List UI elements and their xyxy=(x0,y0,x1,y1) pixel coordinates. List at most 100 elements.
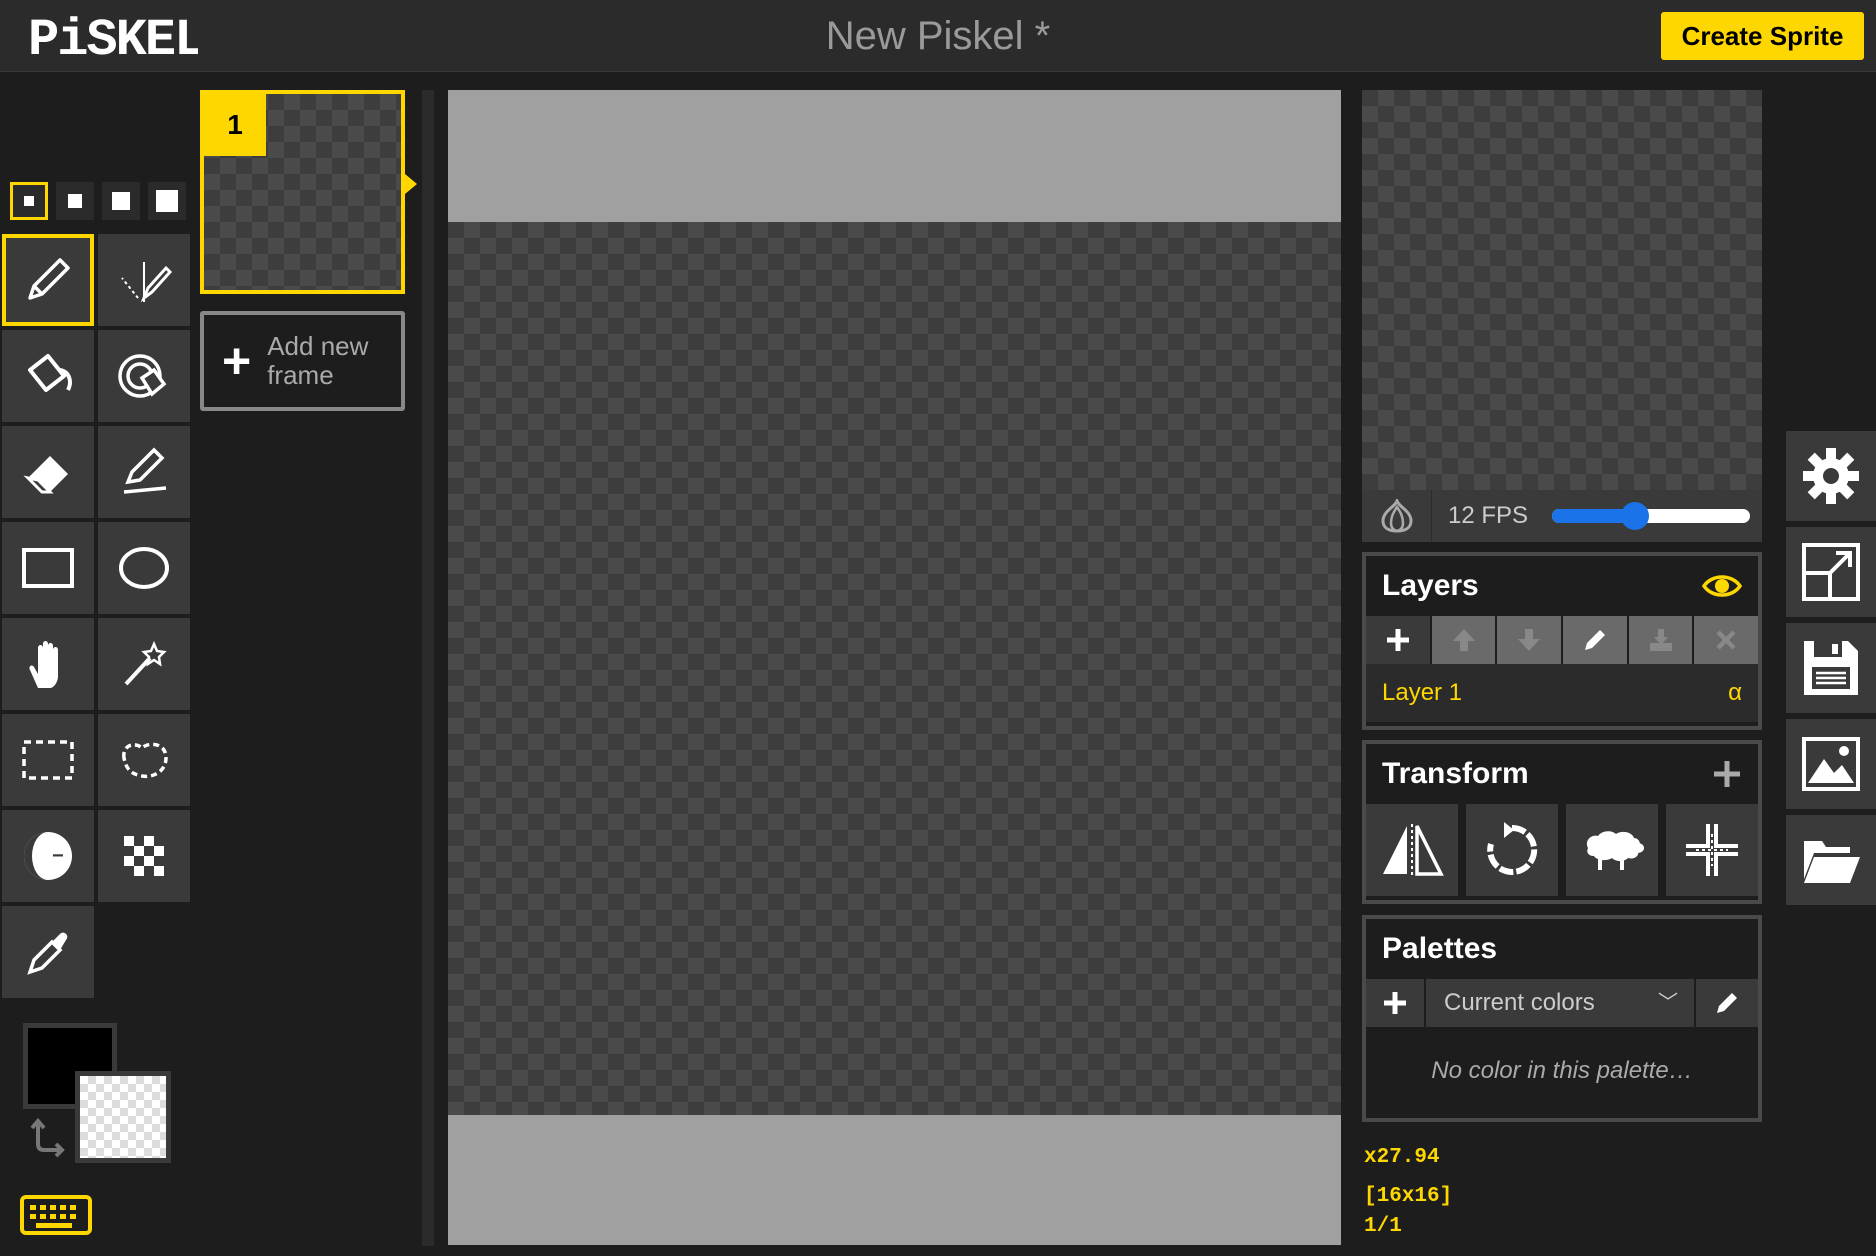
clone-button[interactable] xyxy=(1566,804,1658,896)
fps-slider-thumb[interactable] xyxy=(1621,502,1650,530)
onion-skin-button[interactable] xyxy=(1362,490,1432,542)
plus-icon xyxy=(1386,629,1409,651)
dithering-tool[interactable] xyxy=(98,810,190,902)
merge-layer-button[interactable] xyxy=(1628,616,1695,664)
edit-layer-button[interactable] xyxy=(1563,616,1629,664)
export-button[interactable] xyxy=(1786,719,1876,809)
move-layer-down-button[interactable] xyxy=(1497,616,1564,664)
rectangle-selection-tool[interactable] xyxy=(2,714,94,806)
circle-icon xyxy=(119,547,169,589)
pen-tool[interactable] xyxy=(2,234,94,326)
layer-toolbar xyxy=(1366,616,1759,664)
move-layer-up-button[interactable] xyxy=(1431,616,1498,664)
lighten-tool[interactable]: + − xyxy=(2,810,94,902)
shape-selection-tool[interactable] xyxy=(98,618,190,710)
merge-down-icon xyxy=(1649,629,1672,651)
pencil-icon xyxy=(28,258,70,300)
eraser-tool[interactable] xyxy=(2,426,94,518)
eraser-icon xyxy=(23,456,68,494)
import-button[interactable] xyxy=(1786,815,1876,905)
lasso-selection-tool[interactable] xyxy=(98,714,190,806)
rotate-icon xyxy=(1487,822,1538,875)
fps-label: 12 FPS xyxy=(1448,502,1529,529)
align-center-icon xyxy=(1686,824,1738,876)
rotate-button[interactable] xyxy=(1466,804,1558,896)
folder-open-icon xyxy=(1804,841,1860,883)
add-layer-button[interactable] xyxy=(1366,616,1432,664)
edit-palette-button[interactable] xyxy=(1694,979,1758,1027)
palettes-title: Palettes xyxy=(1382,932,1498,965)
onion-icon xyxy=(1380,499,1413,533)
sprite-size: [16x16] xyxy=(1364,1185,1453,1208)
chevron-down-icon: ﹀ xyxy=(1658,992,1678,1014)
layer-name: Layer 1 xyxy=(1382,679,1463,706)
add-palette-button[interactable] xyxy=(1366,979,1426,1027)
palettes-panel: Palettes Current colors ﹀ No color in th… xyxy=(1362,915,1762,1122)
palette-select[interactable]: Current colors ﹀ xyxy=(1426,979,1694,1027)
mirror-pen-tool[interactable] xyxy=(98,234,190,326)
create-sprite-button[interactable]: Create Sprite xyxy=(1661,12,1864,60)
plus-icon xyxy=(1384,992,1406,1014)
pencil-icon xyxy=(1717,993,1737,1013)
dashed-rectangle-icon xyxy=(22,740,74,780)
move-tool[interactable] xyxy=(2,618,94,710)
add-frame-label: Add new frame xyxy=(267,331,369,390)
eyedropper-icon xyxy=(27,932,68,975)
image-icon xyxy=(1802,737,1860,791)
swap-colors-icon[interactable] xyxy=(30,1118,70,1158)
pen-size-2[interactable] xyxy=(56,182,94,220)
mirror-pencil-icon xyxy=(121,262,172,303)
flip-button[interactable] xyxy=(1366,804,1458,896)
eye-icon[interactable] xyxy=(1702,572,1742,600)
save-button[interactable] xyxy=(1786,623,1876,713)
gear-icon xyxy=(1803,448,1859,504)
frame-thumbnail[interactable]: 1 xyxy=(200,90,405,294)
app-header: PiSKEL New Piskel * Create Sprite xyxy=(0,0,1876,72)
color-picker-tool[interactable] xyxy=(2,906,94,998)
frame-counter: 1/1 xyxy=(1364,1215,1402,1238)
document-title[interactable]: New Piskel * xyxy=(0,14,1876,59)
layers-panel: Layers Layer 1 α xyxy=(1362,552,1762,730)
stroke-tool[interactable] xyxy=(98,426,190,518)
fps-slider[interactable] xyxy=(1552,502,1750,530)
resize-icon xyxy=(1802,543,1860,601)
rectangle-icon xyxy=(22,548,74,588)
preview-controls: 12 FPS xyxy=(1362,490,1762,542)
delete-layer-button[interactable] xyxy=(1694,616,1759,664)
flip-icon xyxy=(1383,824,1444,876)
drawing-canvas[interactable] xyxy=(448,222,1341,1115)
frame-selected-pointer xyxy=(405,174,417,194)
add-frame-button[interactable]: + Add new frame xyxy=(200,311,405,411)
paint-bucket-tool[interactable] xyxy=(2,330,94,422)
frames-scrollbar[interactable] xyxy=(422,90,434,1246)
palette-toolbar: Current colors ﹀ xyxy=(1366,979,1758,1027)
animation-preview xyxy=(1362,90,1762,490)
rectangle-tool[interactable] xyxy=(2,522,94,614)
checker-icon xyxy=(124,836,164,876)
arrow-down-icon xyxy=(1518,629,1541,651)
pen-size-3[interactable] xyxy=(102,182,140,220)
drawing-area xyxy=(448,90,1341,1245)
layer-opacity-button[interactable]: α xyxy=(1728,679,1742,707)
paint-all-same-color-tool[interactable] xyxy=(98,330,190,422)
circle-tool[interactable] xyxy=(98,522,190,614)
resize-button[interactable] xyxy=(1786,527,1876,617)
frame-number: 1 xyxy=(204,94,266,156)
plus-icon[interactable] xyxy=(1712,759,1742,789)
pen-size-1[interactable] xyxy=(10,182,48,220)
pencil-icon xyxy=(1584,630,1605,650)
pen-size-4[interactable] xyxy=(148,182,186,220)
svg-text:−: − xyxy=(52,845,64,867)
center-button[interactable] xyxy=(1666,804,1758,896)
secondary-color-swatch[interactable] xyxy=(75,1071,171,1163)
settings-button[interactable] xyxy=(1786,431,1876,521)
transform-tools xyxy=(1366,804,1758,896)
transform-panel: Transform xyxy=(1362,740,1762,904)
palette-empty-message: No color in this palette… xyxy=(1431,1057,1693,1084)
layer-item[interactable]: Layer 1 α xyxy=(1366,664,1758,722)
line-icon xyxy=(123,447,167,494)
target-bucket-icon xyxy=(118,354,167,398)
pen-size-selector xyxy=(10,182,186,220)
keyboard-shortcuts-icon[interactable] xyxy=(20,1195,92,1235)
zoom-level: x27.94 xyxy=(1364,1146,1440,1169)
